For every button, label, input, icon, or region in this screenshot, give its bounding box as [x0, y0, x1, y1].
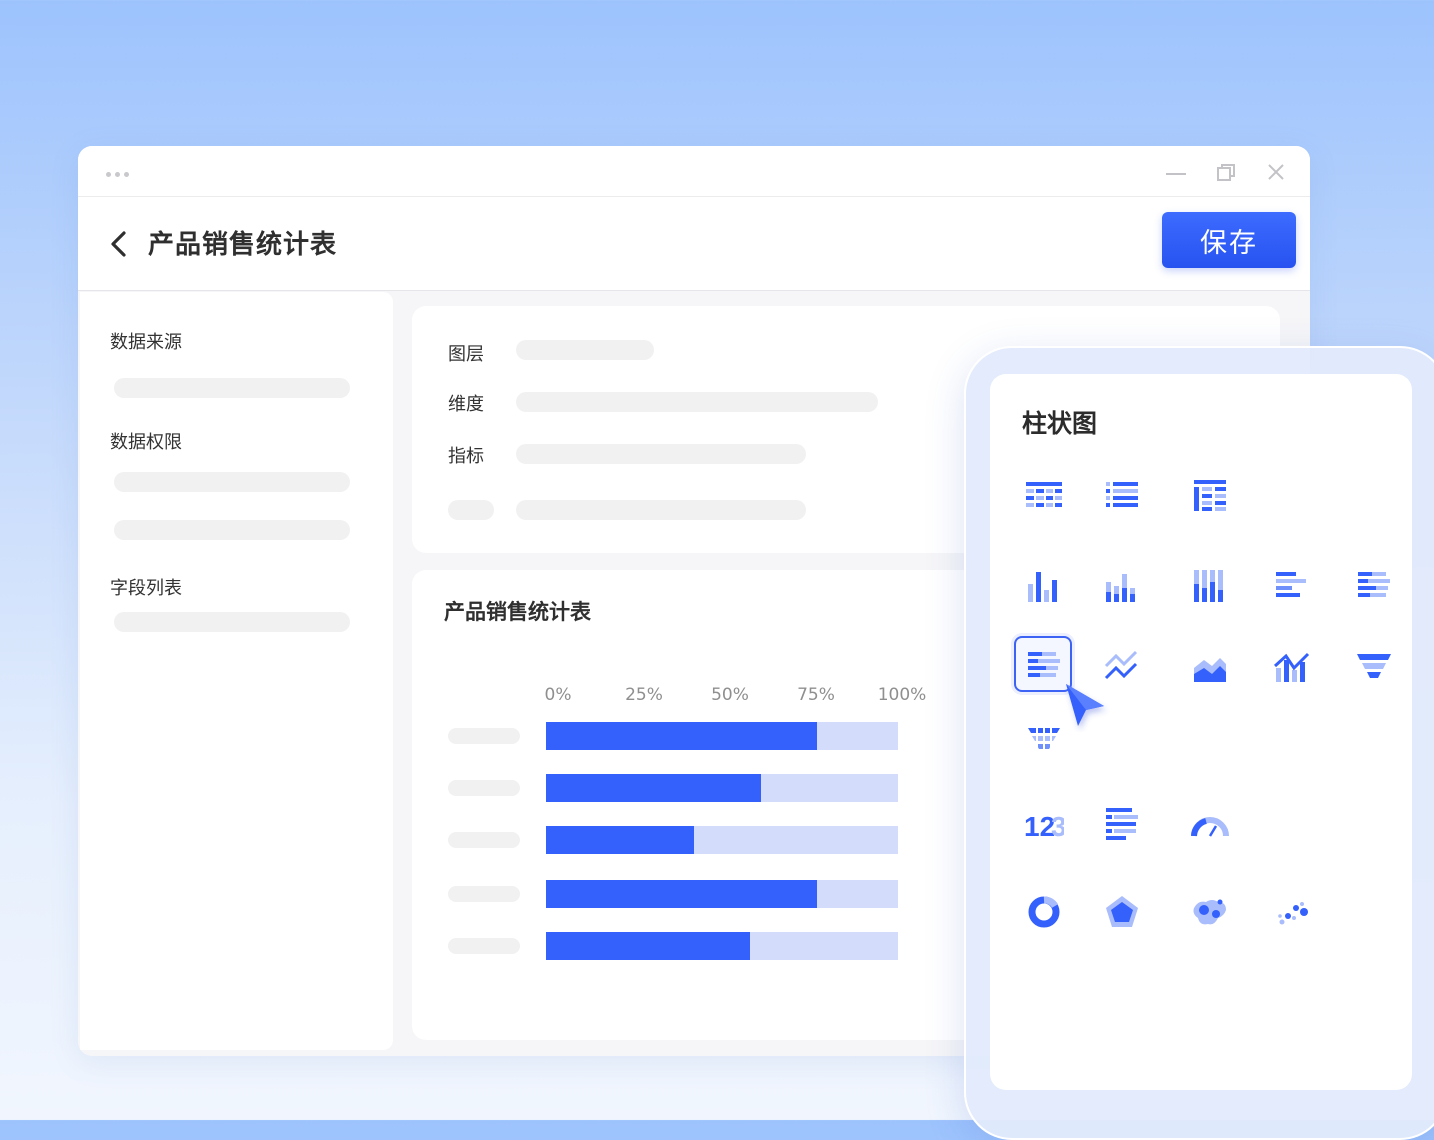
category-label: [448, 780, 520, 796]
bar[interactable]: [546, 932, 751, 960]
list-table-icon[interactable]: [1102, 476, 1142, 516]
bar-track: [546, 826, 898, 854]
stacked-horizontal-bar-icon[interactable]: [1354, 566, 1394, 606]
donut-chart-icon[interactable]: [1024, 892, 1064, 932]
data-permission-select[interactable]: [114, 472, 350, 492]
layer-input[interactable]: [516, 340, 654, 360]
bar-track: [546, 774, 898, 802]
window-menu-dots-icon[interactable]: [106, 172, 129, 177]
radar-chart-icon[interactable]: [1102, 892, 1142, 932]
x-tick-label: 50%: [711, 685, 749, 705]
stacked-column-icon[interactable]: [1102, 566, 1142, 606]
stacked-horizontal-bar-icon[interactable]: [1024, 646, 1064, 686]
sidebar-field-list-label: 字段列表: [110, 578, 182, 599]
metric-label: 指标: [448, 446, 484, 467]
dimension-input[interactable]: [516, 392, 878, 412]
gauge-icon[interactable]: [1190, 804, 1230, 844]
save-button[interactable]: 保存: [1162, 212, 1296, 268]
extra-option-input[interactable]: [516, 500, 806, 520]
close-icon[interactable]: [1264, 162, 1288, 182]
scatter-chart-icon[interactable]: [1272, 892, 1312, 932]
percent-column-icon[interactable]: [1190, 566, 1230, 606]
ranking-list-icon[interactable]: [1102, 804, 1142, 844]
metric-input[interactable]: [516, 444, 806, 464]
extra-option-pill[interactable]: [448, 500, 494, 520]
bar-track: [546, 932, 898, 960]
x-tick-label: 100%: [877, 685, 927, 705]
sidebar: 数据来源 数据权限 字段列表: [80, 292, 393, 1050]
category-label: [448, 728, 520, 744]
category-label: [448, 938, 520, 954]
window-titlebar: [78, 146, 1310, 197]
combo-chart-icon[interactable]: [1272, 646, 1312, 686]
layer-label: 图层: [448, 344, 484, 365]
table-icon[interactable]: [1024, 476, 1064, 516]
category-label: [448, 832, 520, 848]
minimize-icon[interactable]: [1164, 162, 1188, 182]
x-tick-label: 0%: [544, 685, 572, 705]
bar[interactable]: [546, 880, 818, 908]
sidebar-data-permission-label: 数据权限: [110, 432, 182, 453]
horizontal-bar-icon[interactable]: [1272, 566, 1312, 606]
map-icon[interactable]: [1190, 892, 1230, 932]
back-arrow-icon[interactable]: [108, 230, 130, 258]
field-list-item[interactable]: [114, 612, 350, 632]
x-tick-label: 75%: [797, 685, 835, 705]
dimension-label: 维度: [448, 394, 484, 415]
bar-track: [546, 722, 898, 750]
restore-icon[interactable]: [1214, 162, 1238, 182]
area-chart-icon[interactable]: [1190, 646, 1230, 686]
bar[interactable]: [546, 722, 818, 750]
data-permission-select-2[interactable]: [114, 520, 350, 540]
funnel-icon[interactable]: [1354, 646, 1394, 686]
svg-text:3: 3: [1051, 811, 1064, 842]
category-label: [448, 886, 520, 902]
bar[interactable]: [546, 774, 761, 802]
number-indicator-icon[interactable]: 12 3: [1024, 804, 1064, 844]
data-source-select[interactable]: [114, 378, 350, 398]
page-title: 产品销售统计表: [148, 230, 338, 260]
funnel-table-icon[interactable]: [1024, 722, 1064, 762]
chart-title: 产品销售统计表: [444, 600, 591, 624]
bar-track: [546, 880, 898, 908]
chart-panel-title: 柱状图: [1022, 409, 1098, 438]
column-chart-icon[interactable]: [1024, 566, 1064, 606]
page-header: 产品销售统计表 保存: [78, 197, 1310, 291]
bar[interactable]: [546, 826, 694, 854]
mouse-cursor-icon: [1066, 684, 1104, 726]
pivot-table-icon[interactable]: [1190, 476, 1230, 516]
sidebar-data-source-label: 数据来源: [110, 332, 182, 353]
x-tick-label: 25%: [625, 685, 663, 705]
